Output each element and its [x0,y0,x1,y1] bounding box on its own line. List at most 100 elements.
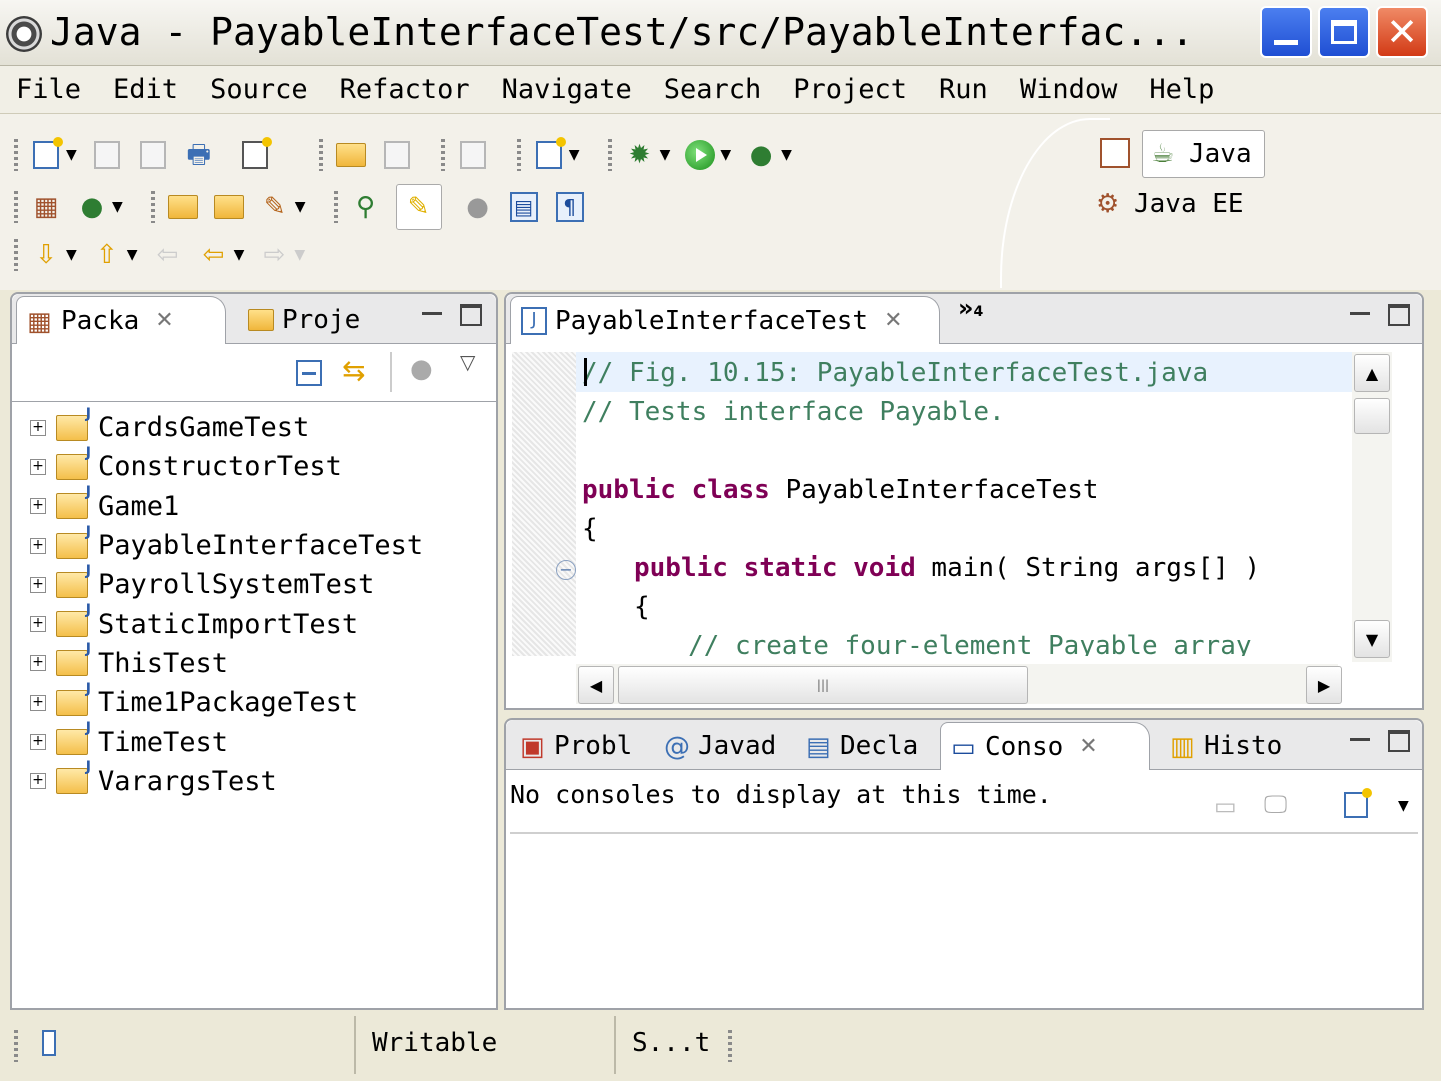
link-with-editor-button[interactable]: ⇆ [342,354,365,387]
menu-file[interactable]: File [16,74,81,105]
block-selection-toggle[interactable]: ▤ [508,191,540,223]
tree-item-project[interactable]: + ThisTest [30,641,423,683]
tab-console[interactable]: ▭ Conso ✕ [940,722,1150,770]
close-tab-icon[interactable]: ✕ [1079,734,1097,759]
maximize-button[interactable] [1318,6,1370,58]
menu-navigate[interactable]: Navigate [502,74,632,105]
tree-item-project[interactable]: + TimeTest [30,720,423,761]
new-java-project-button[interactable] [335,139,367,171]
status-grip[interactable] [728,1030,732,1062]
expand-icon[interactable]: + [30,498,46,515]
menu-help[interactable]: Help [1149,74,1214,105]
close-tab-icon[interactable]: ✕ [155,308,173,333]
open-type-button[interactable] [533,137,566,171]
expand-icon[interactable]: + [30,419,46,436]
tree-item-project[interactable]: + Time1PackageTest [30,681,423,722]
toolbar-grip[interactable] [14,139,18,171]
open-console-button[interactable] [1344,788,1372,818]
view-menu-button[interactable]: ▽ [460,350,475,374]
collapse-all-button[interactable] [296,360,322,386]
save-all-button[interactable] [137,139,169,171]
perspective-javaee-button[interactable]: ⚙ Java EE [1096,182,1244,226]
brush-dropdown-arrow-icon[interactable]: ▼ [295,199,306,215]
close-button[interactable]: ✕ [1376,6,1428,58]
expand-icon[interactable]: + [30,616,46,633]
new-class-button[interactable] [457,139,489,171]
expand-icon[interactable]: + [30,655,46,672]
toolbar-grip[interactable] [607,139,612,171]
menu-search[interactable]: Search [664,74,762,105]
minimize-view-button[interactable] [1350,738,1370,741]
breadcrumb-toggle[interactable]: ● [462,191,494,223]
next-annotation-button[interactable]: ⇩ [30,239,62,271]
debug-button[interactable]: ✹ [624,139,656,171]
expand-icon[interactable]: + [30,537,46,554]
maximize-view-button[interactable] [1388,304,1410,326]
search-references-button[interactable]: ⚲ [350,191,382,223]
external-tools-dropdown-arrow-icon[interactable]: ▼ [781,147,792,163]
run-button[interactable] [684,139,716,171]
show-whitespace-toggle[interactable]: ¶ [554,191,586,223]
toolbar-grip[interactable] [150,191,155,223]
open-file-button[interactable] [213,191,245,223]
previous-annotation-dropdown-arrow-icon[interactable]: ▼ [127,247,138,263]
scroll-right-button[interactable]: ▶ [1306,666,1342,704]
maximize-view-button[interactable] [460,304,482,326]
expand-icon[interactable]: + [30,576,46,593]
tab-history[interactable]: ▥ Histo [1160,722,1282,770]
new-package-button[interactable] [381,139,413,171]
tab-declaration[interactable]: ▤ Decla [796,722,918,770]
minimize-view-button[interactable] [422,312,442,315]
save-button[interactable] [91,139,123,171]
tab-project-explorer[interactable]: Proje [238,296,360,344]
maximize-view-button[interactable] [1388,730,1410,752]
expand-icon[interactable]: + [30,734,46,751]
editor-ruler[interactable] [512,352,576,656]
filter-button[interactable]: ● [410,354,433,384]
fast-view-icon[interactable] [42,1030,56,1056]
binary-button[interactable] [239,137,272,171]
tree-item-project[interactable]: + CardsGameTest [30,406,423,447]
expand-icon[interactable]: + [30,773,46,790]
last-edit-location-button[interactable]: ⇦ [152,239,184,271]
tree-item-project[interactable]: + StaticImportTest [30,602,423,643]
toolbar-grip[interactable] [318,139,323,171]
tree-item-project[interactable]: + PayrollSystemTest [30,563,423,604]
vertical-scrollbar[interactable]: ▲ ▼ [1352,352,1392,662]
scroll-left-button[interactable]: ◀ [578,666,614,704]
open-type-dropdown-arrow-icon[interactable]: ▼ [569,147,580,163]
menu-run[interactable]: Run [939,74,988,105]
toolbar-grip[interactable] [516,139,521,171]
new-wizard-button[interactable] [30,137,63,171]
tree-item-project[interactable]: + VarargsTest [30,759,423,801]
menu-refactor[interactable]: Refactor [340,74,470,105]
open-perspective-icon[interactable] [1100,138,1130,168]
next-annotation-dropdown-arrow-icon[interactable]: ▼ [66,247,77,263]
perspective-java-button[interactable]: ☕ Java [1142,130,1265,178]
tab-payableinterfacetest-java[interactable]: J PayableInterfaceTest ✕ [510,296,940,344]
code-editor[interactable]: // Fig. 10.15: PayableInterfaceTest.java… [512,352,1352,656]
external-tools-button[interactable]: ● [745,139,777,171]
menu-window[interactable]: Window [1020,74,1118,105]
open-console-dropdown-arrow-icon[interactable]: ▼ [1398,798,1409,814]
toolbar-grip[interactable] [333,191,338,223]
print-button[interactable]: 🖶 [183,139,215,171]
toolbar-grip[interactable] [14,191,18,223]
menu-project[interactable]: Project [793,74,907,105]
expand-icon[interactable]: + [30,694,46,711]
previous-annotation-button[interactable]: ⇧ [91,239,123,271]
toolbar-grip[interactable] [14,239,18,271]
class-wizard-dropdown-arrow-icon[interactable]: ▼ [112,199,123,215]
hidden-editors-button[interactable]: »4 [958,294,983,322]
scroll-thumb[interactable] [1354,398,1390,434]
scroll-down-button[interactable]: ▼ [1354,620,1390,658]
open-project-button[interactable] [167,191,199,223]
tree-item-project[interactable]: + PayableInterfaceTest [30,524,423,565]
forward-button[interactable]: ⇨ [258,239,290,271]
status-grip[interactable] [14,1030,18,1062]
tab-problems[interactable]: ▣ Probl [510,722,632,770]
brush-button[interactable]: ✎ [259,191,291,223]
tab-javadoc[interactable]: @ Javad [654,722,776,770]
expand-icon[interactable]: + [30,458,46,475]
back-dropdown-arrow-icon[interactable]: ▼ [234,247,245,263]
